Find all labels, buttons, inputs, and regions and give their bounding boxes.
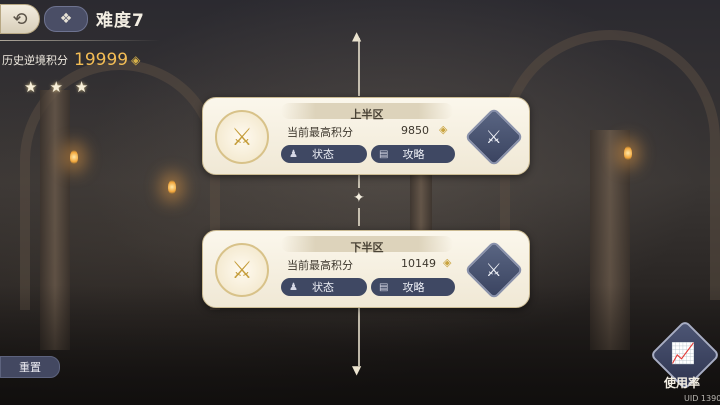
connector-line-bottom [358, 306, 360, 366]
gem-icon: ◈ [443, 256, 452, 269]
status-label: 状态 [311, 148, 334, 161]
gem-icon: ◈ [439, 123, 448, 136]
torch-left [70, 150, 78, 164]
card-title-bar: 上半区 [281, 103, 453, 121]
card-title: 上半区 [350, 108, 384, 121]
uid-text: UID 1390 [684, 394, 720, 403]
guide-label: 攻略 [402, 281, 425, 294]
history-score-label: 历史逆境积分 [2, 54, 68, 67]
star-icon: ★ [74, 78, 89, 96]
best-score-value: 10149 [401, 257, 436, 270]
status-button[interactable]: ♟ 状态 [281, 145, 367, 163]
crossed-swords-icon: ⚔ [485, 126, 503, 148]
history-score-row: 历史逆境积分 19999 ◈ [2, 50, 140, 70]
sword-emblem: ⚔ [215, 110, 269, 164]
crossed-swords-icon: ⚔ [485, 259, 503, 281]
back-arrow-icon: ⟲ [12, 8, 28, 30]
torch-mid-left [168, 180, 176, 194]
star-icon: ★ [24, 78, 38, 96]
back-button[interactable]: ⟲ [0, 4, 40, 34]
upper-zone-card[interactable]: ⚔ 上半区 当前最高积分 9850 ◈ ♟ 状态 ▤ 攻略 ⚔ [202, 97, 530, 175]
reset-button[interactable]: 重置 [0, 356, 60, 378]
best-score-label: 当前最高积分 [287, 259, 353, 272]
battle-button[interactable]: ⚔ [464, 240, 524, 300]
usage-rate-label: 使用率 [664, 376, 701, 390]
status-icon: ♟ [289, 281, 298, 293]
status-button[interactable]: ♟ 状态 [281, 278, 367, 296]
history-score-value: 19999 [74, 50, 129, 70]
header-divider [0, 40, 160, 41]
book-icon: ▤ [379, 281, 389, 293]
status-label: 状态 [311, 281, 334, 294]
guide-button[interactable]: ▤ 攻略 [371, 278, 455, 296]
gem-icon: ◈ [131, 53, 141, 67]
status-icon: ♟ [289, 148, 298, 160]
sword-icon: ⚔ [231, 123, 253, 151]
sparkle-icon: ✦ [353, 190, 365, 206]
best-score-label: 当前最高积分 [287, 126, 353, 139]
sword-icon: ⚔ [231, 256, 253, 284]
torch-right [624, 146, 632, 160]
book-icon: ▤ [379, 148, 389, 160]
sword-emblem: ⚔ [215, 243, 269, 297]
guide-label: 攻略 [402, 148, 425, 161]
reset-label: 重置 [19, 361, 41, 374]
arrow-down-icon: ▼ [352, 363, 362, 377]
chart-icon: 📈 [670, 341, 696, 365]
star-rating: ★ ★ ★ [24, 78, 88, 96]
card-title: 下半区 [350, 241, 384, 254]
lower-zone-card[interactable]: ⚔ 下半区 当前最高积分 10149 ◈ ♟ 状态 ▤ 攻略 ⚔ [202, 230, 530, 308]
grid-icon: ❖ [59, 11, 73, 27]
connector-line-top [358, 38, 360, 96]
menu-grid-button[interactable]: ❖ [44, 6, 88, 32]
battle-button[interactable]: ⚔ [464, 107, 524, 167]
best-score-value: 9850 [401, 124, 429, 137]
card-title-bar: 下半区 [281, 236, 453, 254]
connector-line-mid-bottom [358, 208, 360, 226]
difficulty-title: 难度7 [96, 11, 145, 31]
star-icon: ★ [49, 78, 63, 96]
guide-button[interactable]: ▤ 攻略 [371, 145, 455, 163]
